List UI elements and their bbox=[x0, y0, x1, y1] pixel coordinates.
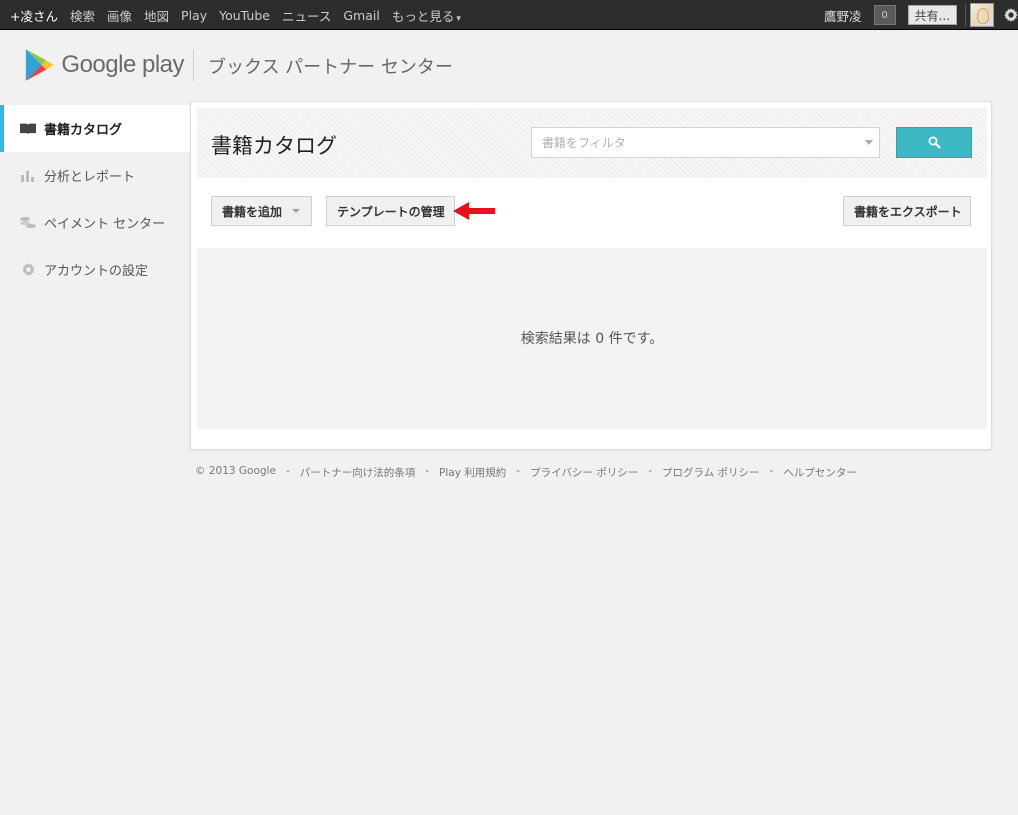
footer-copyright: © 2013 Google bbox=[195, 465, 276, 477]
gbar-item-play[interactable]: Play bbox=[181, 8, 207, 23]
gbar-item-profile[interactable]: +凌さん bbox=[10, 6, 58, 25]
sidebar: 書籍カタログ 分析とレポート ペイメント センター アカウントの設定 bbox=[0, 105, 190, 293]
share-button[interactable]: 共有... bbox=[907, 5, 957, 25]
catalog-title: 書籍カタログ bbox=[211, 134, 337, 158]
header-divider bbox=[193, 49, 194, 81]
gbar-item-images[interactable]: 画像 bbox=[107, 6, 132, 25]
sidebar-item-account-settings[interactable]: アカウントの設定 bbox=[0, 246, 190, 293]
book-filter[interactable] bbox=[531, 127, 880, 158]
gbar-item-news[interactable]: ニュース bbox=[282, 6, 331, 25]
gbar-more-menu[interactable]: もっと見る ▾ bbox=[392, 6, 461, 25]
gear-icon bbox=[20, 263, 36, 277]
play-store-logo-icon bbox=[25, 49, 54, 81]
gbar-more-label: もっと見る bbox=[391, 8, 455, 24]
footer-separator: - bbox=[425, 465, 430, 477]
footer-link-help-center[interactable]: ヘルプセンター bbox=[783, 465, 857, 480]
bar-chart-icon bbox=[20, 169, 36, 183]
footer-separator: - bbox=[285, 465, 290, 477]
caret-down-icon: ▾ bbox=[456, 13, 461, 24]
add-book-label: 書籍を追加 bbox=[222, 204, 283, 219]
book-filter-input[interactable] bbox=[532, 128, 852, 157]
gbar-item-gmail[interactable]: Gmail bbox=[343, 8, 379, 23]
sidebar-item-label: アカウントの設定 bbox=[44, 264, 149, 279]
footer-link-play-terms[interactable]: Play 利用規約 bbox=[439, 465, 506, 480]
gbar-divider bbox=[965, 4, 966, 26]
sidebar-item-catalog[interactable]: 書籍カタログ bbox=[0, 105, 190, 152]
footer-link-program-policy[interactable]: プログラム ポリシー bbox=[662, 465, 760, 480]
app-header: Google play ブックス パートナー センター bbox=[0, 31, 1018, 101]
page-title: ブックス パートナー センター bbox=[208, 57, 453, 78]
manage-templates-button[interactable]: テンプレートの管理 bbox=[326, 196, 455, 226]
account-name[interactable]: 鷹野凌 bbox=[824, 6, 862, 25]
catalog-panel: 書籍カタログ 書籍を追加 テンプレートの管理 書籍をエクスポート 検索結果は 0… bbox=[190, 101, 992, 450]
search-button[interactable] bbox=[896, 127, 972, 158]
google-bar-account: 鷹野凌 0 共有... bbox=[824, 0, 1018, 30]
footer-separator: - bbox=[769, 465, 774, 477]
coins-icon bbox=[20, 216, 36, 230]
avatar[interactable] bbox=[970, 3, 994, 27]
book-icon bbox=[20, 122, 36, 136]
add-book-button[interactable]: 書籍を追加 bbox=[211, 196, 312, 226]
footer-separator: - bbox=[516, 465, 521, 477]
gbar-item-maps[interactable]: 地図 bbox=[144, 6, 169, 25]
caret-down-icon bbox=[292, 209, 301, 213]
footer: © 2013 Google - パートナー向け法的条項 - Play 利用規約 … bbox=[195, 465, 857, 480]
sidebar-item-label: 分析とレポート bbox=[44, 170, 136, 185]
dropdown-arrow-icon[interactable] bbox=[865, 140, 873, 145]
google-bar-links: +凌さん 検索 画像 地図 Play YouTube ニュース Gmail もっ… bbox=[10, 0, 461, 30]
google-bar: +凌さん 検索 画像 地図 Play YouTube ニュース Gmail もっ… bbox=[0, 0, 1018, 30]
gbar-item-search[interactable]: 検索 bbox=[70, 6, 95, 25]
google-play-logo[interactable]: Google play bbox=[24, 47, 184, 83]
footer-link-partner-terms[interactable]: パートナー向け法的条項 bbox=[300, 465, 416, 480]
search-icon bbox=[928, 136, 941, 149]
notification-count-button[interactable]: 0 bbox=[873, 5, 896, 25]
gbar-item-youtube[interactable]: YouTube bbox=[219, 8, 270, 23]
sidebar-item-label: 書籍カタログ bbox=[44, 123, 123, 138]
footer-link-privacy[interactable]: プライバシー ポリシー bbox=[530, 465, 638, 480]
export-books-button[interactable]: 書籍をエクスポート bbox=[843, 196, 971, 226]
no-results-message: 検索結果は 0 件です。 bbox=[520, 331, 664, 347]
footer-separator: - bbox=[648, 465, 653, 477]
settings-gear-icon[interactable] bbox=[1004, 8, 1018, 22]
sidebar-item-label: ペイメント センター bbox=[44, 217, 166, 232]
catalog-header: 書籍カタログ bbox=[197, 108, 987, 178]
sidebar-item-analytics[interactable]: 分析とレポート bbox=[0, 152, 190, 199]
red-arrow-annotation-icon bbox=[453, 202, 495, 220]
logo-text: Google play bbox=[61, 51, 184, 78]
sidebar-item-payments[interactable]: ペイメント センター bbox=[0, 199, 190, 246]
results-area: 検索結果は 0 件です。 bbox=[197, 248, 987, 429]
